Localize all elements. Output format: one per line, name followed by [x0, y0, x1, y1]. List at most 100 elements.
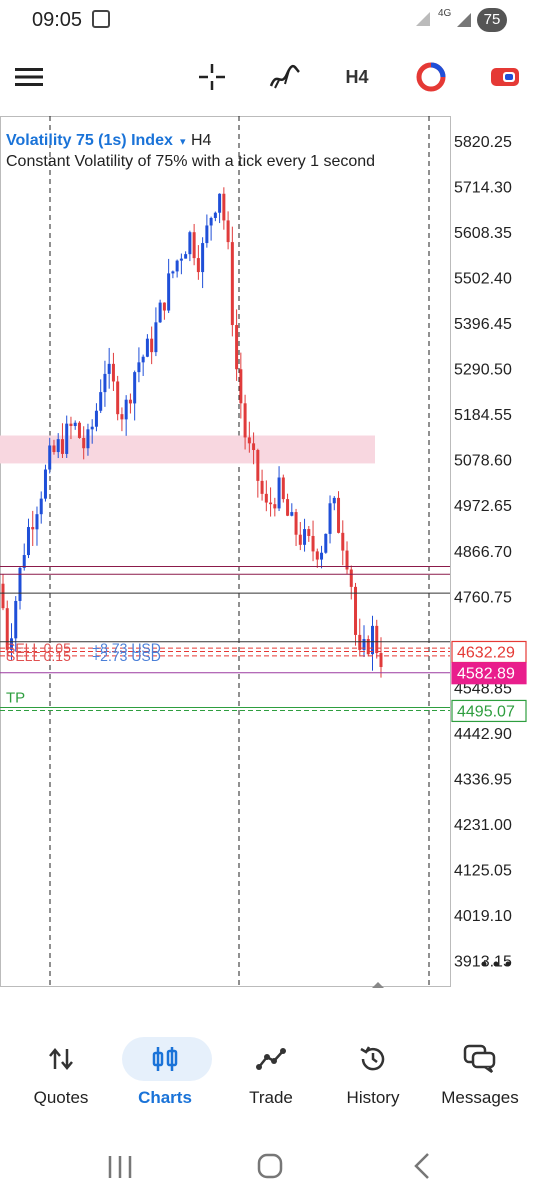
menu-button[interactable]: [8, 50, 50, 104]
status-bar: 09:05 4G 75: [0, 0, 540, 42]
symbol-dropdown-icon: ▾: [180, 136, 186, 148]
candle-body: [39, 498, 43, 515]
candle-body: [320, 552, 324, 560]
messages-icon: [463, 1044, 496, 1074]
candle-body: [188, 232, 192, 255]
candle-body: [311, 535, 315, 552]
candle-body: [167, 273, 171, 311]
candle-body: [230, 242, 234, 326]
nav-charts[interactable]: Charts: [112, 1030, 218, 1120]
indicators-button[interactable]: [264, 50, 306, 104]
take-profit-label: TP: [6, 689, 25, 706]
candle-body: [303, 529, 307, 545]
candle-body: [1, 583, 5, 609]
nav-trade[interactable]: Trade: [218, 1030, 324, 1120]
more-options-icon: [493, 961, 499, 967]
y-tick-label: 5290.50: [454, 362, 512, 379]
y-tick-label: 4125.05: [454, 862, 512, 879]
candle-body: [107, 363, 111, 374]
price-label: 4632.29: [457, 644, 515, 661]
candle-body: [31, 527, 35, 530]
candle-body: [247, 437, 251, 444]
candle-body: [128, 399, 132, 404]
quotes-icon: [49, 1048, 73, 1070]
candle-body: [192, 232, 196, 259]
candle-body: [35, 514, 39, 530]
candle-body: [298, 534, 302, 545]
candle-body: [328, 503, 332, 534]
trade-panel-icon: [491, 68, 519, 86]
candle-body: [137, 362, 141, 373]
nav-trade-label: Trade: [249, 1088, 293, 1107]
candle-body: [69, 423, 73, 427]
candle-body: [184, 254, 188, 259]
chart-symbol-title: Volatility 75 (1s) Index: [6, 132, 173, 149]
y-tick-label: 4336.95: [454, 771, 512, 788]
candle-body: [22, 555, 26, 568]
candle-body: [256, 450, 260, 481]
y-tick-label: 5078.60: [454, 453, 512, 470]
screen-record-icon: [92, 10, 110, 28]
trade-panel-button[interactable]: [484, 50, 526, 104]
recent-apps-icon[interactable]: [106, 1154, 134, 1180]
candle-body: [171, 271, 175, 274]
candle-body: [99, 392, 103, 411]
crosshair-icon: [199, 64, 225, 90]
one-click-trading-icon: [416, 62, 446, 92]
bottom-navigation: Quotes Charts Trade History Messages: [0, 1030, 540, 1120]
home-icon[interactable]: [256, 1152, 284, 1180]
more-options-icon: [505, 961, 511, 967]
candle-body: [145, 338, 149, 357]
y-tick-label: 5714.30: [454, 180, 512, 197]
candle-body: [150, 338, 154, 353]
candle-body: [141, 356, 145, 363]
candle-body: [120, 414, 124, 420]
crosshair-button[interactable]: [192, 50, 232, 104]
y-tick-label: 5396.45: [454, 316, 512, 333]
candle-body: [341, 532, 345, 551]
candle-body: [201, 243, 205, 273]
candle-body: [273, 504, 277, 509]
candle-body: [269, 502, 273, 505]
chart-timeframe-label: H4: [191, 132, 212, 149]
candle-body: [52, 445, 56, 453]
price-chart[interactable]: SELL 0.05 +8.73 USDSELL 0.15 +2.73 USDTP58…: [0, 116, 540, 991]
candle-body: [43, 469, 47, 499]
candle-body: [315, 551, 319, 560]
y-tick-label: 5820.25: [454, 134, 512, 151]
one-click-trading-button[interactable]: [410, 50, 452, 104]
candle-body: [294, 512, 298, 535]
candle-body: [235, 325, 239, 370]
y-tick-label: 4866.70: [454, 544, 512, 561]
candle-body: [209, 217, 213, 226]
candle-body: [218, 193, 222, 213]
candle-body: [196, 258, 200, 273]
candle-body: [281, 477, 285, 500]
y-tick-label: 4019.10: [454, 908, 512, 925]
chart-toolbar: H4: [0, 50, 540, 104]
timeframe-button[interactable]: H4: [336, 50, 378, 104]
candle-body: [82, 437, 86, 449]
candle-body: [124, 399, 128, 420]
nav-history-label: History: [346, 1088, 400, 1107]
nav-quotes[interactable]: Quotes: [8, 1030, 114, 1120]
candle-body: [73, 422, 77, 427]
candle-body: [226, 220, 230, 243]
order-label: SELL 0.15: [6, 648, 71, 664]
back-icon[interactable]: [410, 1152, 434, 1180]
candle-body: [48, 445, 52, 470]
candle-body: [332, 497, 336, 504]
candle-body: [94, 410, 98, 427]
cell-signal-icon: [457, 13, 471, 27]
candle-body: [260, 480, 264, 494]
candle-body: [354, 586, 358, 635]
candle-body: [379, 653, 383, 668]
price-label: 4495.07: [457, 703, 515, 720]
nav-history[interactable]: History: [320, 1030, 426, 1120]
candle-body: [111, 363, 115, 382]
nav-messages[interactable]: Messages: [426, 1030, 534, 1120]
candle-body: [264, 493, 268, 503]
plot-frame: [0, 116, 451, 987]
candle-body: [307, 529, 311, 536]
y-tick-label: 4972.65: [454, 498, 512, 515]
